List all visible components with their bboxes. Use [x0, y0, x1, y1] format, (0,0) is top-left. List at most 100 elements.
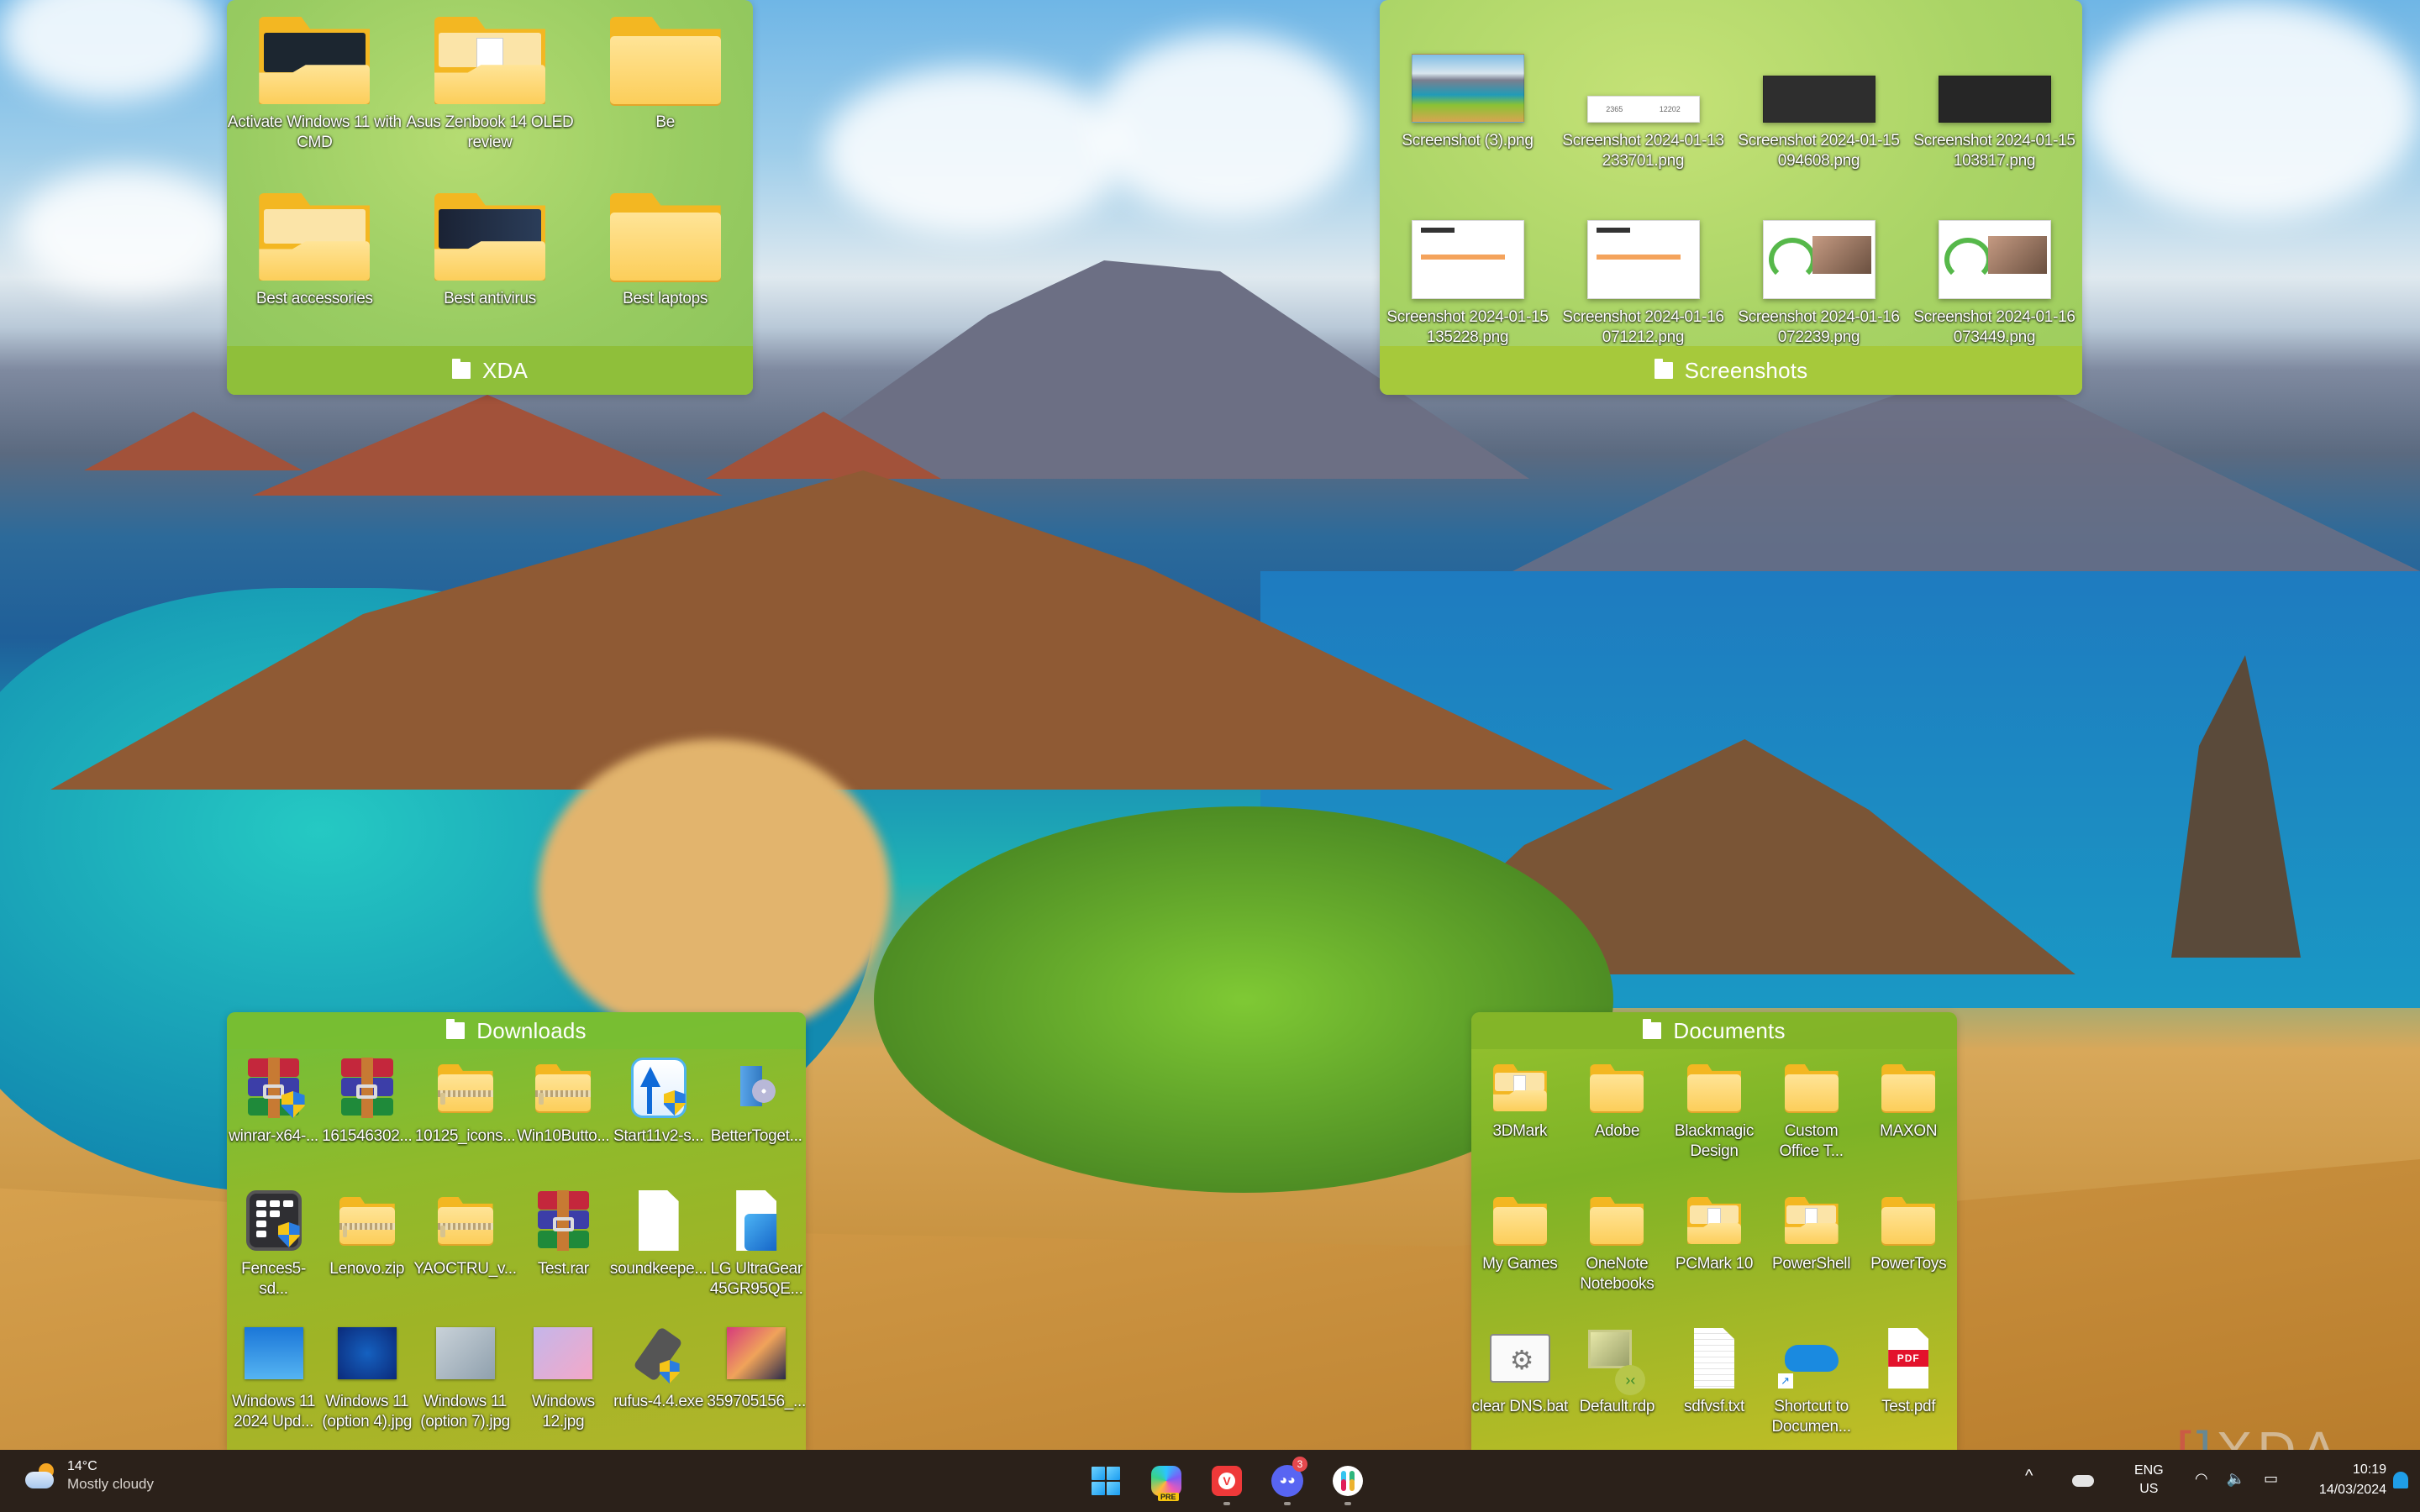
fence-item[interactable]: Win10Butto... [517, 1058, 610, 1190]
fences-installer-icon [245, 1190, 302, 1251]
quick-settings-button[interactable]: ◠ 🔈 ▭ [2195, 1470, 2278, 1488]
fence-item-label: Windows 11 (option 4).jpg [322, 1393, 413, 1431]
fence-documents-title-bar[interactable]: Documents [1471, 1012, 1957, 1049]
fence-item[interactable]: ›‹ Default.rdp [1569, 1328, 1666, 1450]
taskbar-app-slack[interactable] [1324, 1457, 1371, 1505]
fence-item[interactable]: 10125_icons... [413, 1058, 516, 1190]
fence-item-label: YAOCTRU_v... [413, 1260, 517, 1278]
fence-item[interactable]: Start11v2-s... [610, 1058, 707, 1190]
copilot-icon: PRE [1151, 1466, 1181, 1501]
fence-item[interactable]: Screenshot (3).png [1380, 44, 1555, 220]
fence-item[interactable]: Best antivirus [402, 193, 578, 370]
fence-item-label: Screenshot 2024-01-15 135228.png [1386, 308, 1549, 346]
folder-antivirus-preview-icon [434, 193, 545, 281]
fence-item-label: Screenshot (3).png [1402, 132, 1534, 150]
clock[interactable]: 10:19 14/03/2024 [2286, 1460, 2386, 1500]
folder-icon [446, 1019, 466, 1039]
fence-item-label: Screenshot 2024-01-16 071212.png [1562, 308, 1724, 346]
fence-item[interactable]: Be [577, 17, 753, 193]
fence-item-label: Be [655, 113, 675, 131]
weather-temperature: 14°C [67, 1459, 97, 1473]
fence-item[interactable]: Blackmagic Design [1665, 1063, 1763, 1195]
fence-xda-title-bar[interactable]: XDA [227, 346, 753, 395]
fence-item[interactable]: 3DMark [1471, 1063, 1569, 1195]
rdp-file-icon: ›‹ [1583, 1328, 1650, 1395]
fence-item[interactable]: PowerToys [1860, 1195, 1957, 1328]
fence-item[interactable]: Screenshot 2024-01-15 094608.png [1731, 44, 1907, 220]
weather-widget[interactable]: 14°C Mostly cloudy [24, 1458, 154, 1494]
taskbar-app-copilot[interactable]: PRE [1143, 1457, 1190, 1505]
fence-item[interactable]: ↗ Shortcut to Documen... [1763, 1328, 1860, 1450]
fence-screenshots[interactable]: Screenshot (3).png 2365 12202 Screenshot … [1380, 0, 2082, 395]
fence-item-label: Asus Zenbook 14 OLED review [406, 113, 574, 151]
fence-item[interactable]: MAXON [1860, 1063, 1957, 1195]
fence-item[interactable]: winrar-x64-... [227, 1058, 320, 1190]
notification-badge: 3 [1292, 1457, 1307, 1472]
show-hidden-icons-chevron-icon[interactable]: ^ [2025, 1467, 2033, 1486]
fence-item[interactable]: 359705156_... [707, 1323, 806, 1450]
fence-downloads[interactable]: Downloads winrar-x64-... 161546302... 10… [227, 1012, 806, 1450]
fence-item[interactable]: Screenshot 2024-01-15 103817.png [1907, 44, 2082, 220]
fence-item[interactable]: Custom Office T... [1763, 1063, 1860, 1195]
fence-item-label: Custom Office T... [1779, 1122, 1844, 1160]
start-button[interactable] [1082, 1457, 1129, 1505]
fence-item[interactable]: Fences5-sd... [227, 1190, 320, 1323]
fence-item[interactable]: BetterToget... [707, 1058, 806, 1190]
fence-item[interactable]: OneNote Notebooks [1569, 1195, 1666, 1328]
folder-document-icon [1784, 1197, 1839, 1244]
folder-icon [1590, 1197, 1644, 1244]
fence-documents[interactable]: Documents 3DMark Adobe Blackmagic Design… [1471, 1012, 1957, 1450]
fence-item[interactable]: Windows 11 2024 Upd... [227, 1323, 320, 1450]
zip-folder-icon [339, 1197, 395, 1244]
fence-item[interactable]: Lenovo.zip [320, 1190, 413, 1323]
windows-logo-icon [1092, 1467, 1120, 1495]
fence-item[interactable]: LG UltraGear 45GR95QE... [707, 1190, 806, 1323]
fence-downloads-title-bar[interactable]: Downloads [227, 1012, 806, 1049]
folder-icon [609, 17, 721, 104]
fence-xda[interactable]: Activate Windows 11 with CMD Asus Zenboo… [227, 0, 753, 395]
fence-item[interactable]: Activate Windows 11 with CMD [227, 17, 402, 193]
cinebench-thumbnail-icon [1938, 76, 2051, 123]
wallpaper-cloud [823, 67, 1126, 235]
fence-item[interactable]: 161546302... [320, 1058, 413, 1190]
preview-badge: PRE [1158, 1493, 1179, 1501]
image-file-icon [736, 1190, 777, 1251]
fence-item[interactable]: Best accessories [227, 193, 402, 370]
fence-item[interactable]: PDF Test.pdf [1860, 1328, 1957, 1450]
fence-item-label: Screenshot 2024-01-16 073449.png [1913, 308, 2075, 346]
battery-icon: ▭ [2264, 1470, 2279, 1487]
folder-icon [1590, 1064, 1644, 1111]
region-code: US [2139, 1482, 2159, 1496]
input-language-indicator[interactable]: ENG US [2134, 1462, 2164, 1499]
onedrive-tray-icon[interactable] [2072, 1475, 2094, 1487]
fence-item[interactable]: clear DNS.bat [1471, 1328, 1569, 1450]
taskbar-app-vivaldi[interactable]: V [1203, 1457, 1250, 1505]
fence-item[interactable]: PCMark 10 [1665, 1195, 1763, 1328]
fence-item[interactable]: sdfvsf.txt [1665, 1328, 1763, 1450]
fence-item[interactable]: rufus-4.4.exe [610, 1323, 707, 1450]
wallpaper-cloud [2084, 0, 2420, 218]
fence-item[interactable]: PowerShell [1763, 1195, 1860, 1328]
fence-title: Documents [1673, 1017, 1786, 1043]
fence-item[interactable]: Windows 11 (option 4).jpg [320, 1323, 413, 1450]
fence-item-label: 3DMark [1492, 1122, 1548, 1140]
fence-item-label: Win10Butto... [517, 1127, 610, 1145]
fence-item-label: Best laptops [623, 290, 708, 307]
fence-item[interactable]: YAOCTRU_v... [413, 1190, 517, 1323]
folder-icon [1643, 1019, 1662, 1039]
fence-item[interactable]: Test.rar [517, 1190, 610, 1323]
fence-item[interactable]: 2365 12202 Screenshot 2024-01-13 233701.p… [1555, 44, 1731, 220]
cinebench-thumbnail-icon [1762, 76, 1876, 123]
fence-item[interactable]: Windows 11 (option 7).jpg [413, 1323, 516, 1450]
taskbar-app-discord[interactable]: ◕◕ 3 [1264, 1457, 1311, 1505]
notification-bell-icon[interactable] [2393, 1472, 2408, 1488]
weather-condition: Mostly cloudy [67, 1476, 154, 1492]
fence-screenshots-title-bar[interactable]: Screenshots [1380, 346, 2082, 395]
fence-item[interactable]: My Games [1471, 1195, 1569, 1328]
fence-item[interactable]: Best laptops [577, 193, 753, 370]
fence-item[interactable]: Windows 12.jpg [517, 1323, 610, 1450]
fence-item[interactable]: soundkeepe... [610, 1190, 708, 1323]
fence-item[interactable]: Asus Zenbook 14 OLED review [402, 17, 578, 193]
fence-item-label: Windows 11 (option 7).jpg [420, 1393, 510, 1431]
fence-item[interactable]: Adobe [1569, 1063, 1666, 1195]
